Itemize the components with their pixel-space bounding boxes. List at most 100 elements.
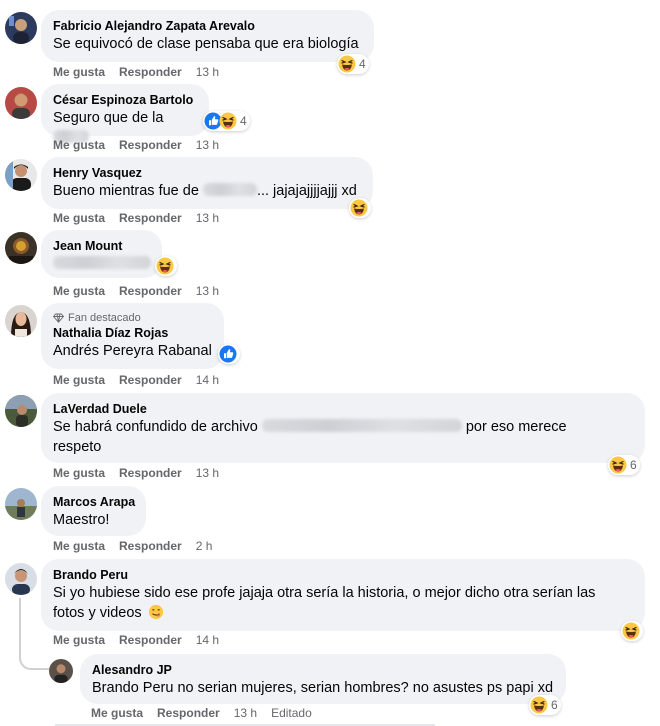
avatar[interactable] (5, 232, 37, 264)
like-button[interactable]: Me gusta (53, 211, 105, 225)
avatar[interactable] (5, 87, 37, 119)
top-fan-badge[interactable]: Fan destacado (53, 311, 212, 325)
hidden-text (53, 256, 151, 269)
reply-button[interactable]: Responder (157, 706, 220, 720)
tagged-person-link[interactable]: Andrés Pereyra Rabanal (53, 341, 212, 361)
comment-bubble: Brando Peru Si yo hubiese sido ese profe… (41, 559, 645, 631)
comment-actions: Me gusta Responder 2 h (53, 539, 226, 553)
reaction-summary[interactable]: 6 (529, 695, 561, 715)
reply-button[interactable]: Responder (119, 65, 182, 79)
comment-bubble: Fan destacado Nathalia Díaz Rojas Andrés… (41, 303, 224, 369)
haha-icon (219, 112, 237, 130)
haha-icon (622, 622, 640, 640)
comment-bubble: Alesandro JP Brando Peru no serian mujer… (80, 654, 566, 704)
reaction-summary[interactable] (349, 198, 371, 218)
reaction-summary[interactable]: 6 (608, 455, 640, 475)
reply-button[interactable]: Responder (119, 373, 182, 387)
like-button[interactable]: Me gusta (91, 706, 143, 720)
avatar[interactable] (5, 488, 37, 520)
comment-text: Seguro que de la (53, 110, 164, 126)
reaction-count: 6 (630, 458, 637, 472)
timestamp[interactable]: 13 h (196, 65, 219, 79)
comment-actions: Me gusta Responder 13 h (53, 65, 233, 79)
reply-button[interactable]: Responder (119, 211, 182, 225)
timestamp[interactable]: 13 h (196, 284, 219, 298)
comment-author[interactable]: Nathalia Díaz Rojas (53, 325, 212, 341)
timestamp[interactable]: 13 h (196, 211, 219, 225)
avatar[interactable] (49, 659, 73, 683)
comment-actions: Me gusta Responder 14 h (53, 373, 233, 387)
comment-text: Brando Peru no serian mujeres, serian ho… (92, 680, 554, 696)
haha-icon (156, 257, 174, 275)
like-button[interactable]: Me gusta (53, 373, 105, 387)
timestamp[interactable]: 14 h (196, 373, 219, 387)
comment-bubble: Fabricio Alejandro Zapata Arevalo Se equ… (41, 10, 374, 62)
comment-bubble: LaVerdad Duele Se habrá confundido de ar… (41, 393, 645, 463)
reaction-summary[interactable]: 4 (337, 54, 369, 74)
comment-actions: Me gusta Responder 13 h Editado (91, 706, 326, 720)
haha-icon (350, 199, 368, 217)
comment-text-line2: respeto (53, 439, 102, 455)
comment-author[interactable]: Henry Vasquez (53, 165, 361, 181)
haha-icon (609, 456, 627, 474)
comment-bubble: Henry Vasquez Bueno mientras fue de ... … (41, 157, 373, 209)
reply-button[interactable]: Responder (119, 466, 182, 480)
comment-text-continued: ... jajajajjjjajjj xd (256, 183, 357, 199)
comment-actions: Me gusta Responder 13 h (53, 211, 233, 225)
like-button[interactable]: Me gusta (53, 633, 105, 647)
reply-button[interactable]: Responder (119, 284, 182, 298)
reaction-summary[interactable]: 4 (203, 111, 250, 131)
reply-button[interactable]: Responder (119, 138, 182, 152)
avatar[interactable] (5, 305, 37, 337)
avatar[interactable] (5, 395, 37, 427)
edited-label: Editado (271, 706, 312, 720)
avatar[interactable] (5, 12, 37, 44)
comment-text-continued: por eso merece (465, 419, 567, 435)
yum-face-emoji-icon (148, 604, 163, 620)
timestamp[interactable]: 2 h (196, 539, 213, 553)
reaction-summary[interactable] (621, 621, 643, 641)
comment-author[interactable]: LaVerdad Duele (53, 401, 633, 417)
comment-author[interactable]: Alesandro JP (92, 662, 554, 678)
timestamp[interactable]: 13 h (196, 138, 219, 152)
comment-text: Se habrá confundido de archivo (53, 419, 258, 435)
comment-bubble: Jean Mount (41, 230, 162, 278)
like-button[interactable]: Me gusta (53, 466, 105, 480)
reaction-count: 6 (551, 698, 558, 712)
comment-actions: Me gusta Responder 13 h (53, 466, 233, 480)
hidden-text (202, 183, 257, 196)
comment-author[interactable]: Brando Peru (53, 567, 633, 583)
avatar[interactable] (5, 563, 37, 595)
hidden-text (261, 419, 462, 432)
comment-actions: Me gusta Responder 13 h (53, 138, 233, 152)
reaction-count: 4 (359, 57, 366, 71)
timestamp[interactable]: 14 h (196, 633, 219, 647)
comment-text-line2: fotos y videos (53, 605, 142, 621)
comment-author[interactable]: César Espinoza Bartolo (53, 92, 197, 108)
like-button[interactable]: Me gusta (53, 65, 105, 79)
like-button[interactable]: Me gusta (53, 138, 105, 152)
like-icon (219, 345, 237, 363)
haha-icon (338, 55, 356, 73)
comment-text: Maestro! (53, 512, 110, 528)
comment-actions: Me gusta Responder 13 h (53, 284, 233, 298)
timestamp[interactable]: 13 h (196, 466, 219, 480)
reaction-count: 4 (240, 114, 247, 128)
timestamp[interactable]: 13 h (234, 706, 257, 720)
reply-button[interactable]: Responder (119, 633, 182, 647)
diamond-icon (53, 313, 64, 323)
comment-bubble: César Espinoza Bartolo Seguro que de la (41, 84, 209, 143)
comment-author[interactable]: Fabricio Alejandro Zapata Arevalo (53, 18, 362, 34)
avatar[interactable] (5, 159, 37, 191)
like-button[interactable]: Me gusta (53, 539, 105, 553)
comment-author[interactable]: Jean Mount (53, 238, 150, 254)
reply-button[interactable]: Responder (119, 539, 182, 553)
comment-author[interactable]: Marcos Arapa (53, 494, 135, 510)
comment-bubble: Marcos Arapa Maestro! (41, 486, 146, 536)
comment-text: Se equivocó de clase pensaba que era bio… (53, 36, 359, 52)
haha-icon (530, 696, 548, 714)
reaction-summary[interactable] (218, 344, 240, 364)
comment-text: Bueno mientras fue de (53, 183, 199, 199)
reaction-summary[interactable] (155, 256, 177, 276)
like-button[interactable]: Me gusta (53, 284, 105, 298)
